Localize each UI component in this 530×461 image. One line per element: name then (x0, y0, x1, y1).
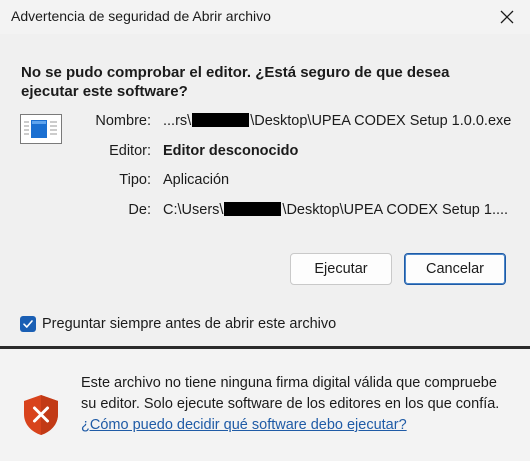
footer-text: Este archivo no tiene ninguna firma digi… (81, 375, 500, 412)
application-file-icon (20, 114, 62, 144)
cancel-button[interactable]: Cancelar (404, 253, 506, 285)
redacted-block (192, 113, 250, 127)
type-label: Tipo: (119, 172, 151, 188)
warning-question: No se pudo comprobar el editor. ¿Está se… (21, 64, 450, 100)
footer-message: Este archivo no tiene ninguna firma digi… (81, 373, 511, 436)
redacted-block (224, 202, 282, 216)
name-label: Nombre: (95, 113, 151, 129)
publisher-label: Editor: (109, 143, 151, 159)
name-suffix: \Desktop\UPEA CODEX Setup 1.0.0.exe (250, 113, 512, 129)
type-value: Aplicación (163, 172, 230, 188)
close-button[interactable] (484, 0, 530, 34)
from-value: C:\Users\ \Desktop\UPEA CODEX Setup 1.... (163, 201, 508, 219)
shield-warning-icon (24, 395, 58, 435)
name-prefix: ...rs\ (163, 113, 192, 129)
from-suffix: \Desktop\UPEA CODEX Setup 1.... (282, 202, 509, 218)
window-title: Advertencia de seguridad de Abrir archiv… (11, 8, 271, 24)
from-label: De: (128, 202, 151, 218)
close-icon (500, 10, 514, 24)
dialog-body: No se pudo comprobar el editor. ¿Está se… (0, 34, 530, 346)
from-prefix: C:\Users\ (163, 202, 224, 218)
footer-panel: Este archivo no tiene ninguna firma digi… (0, 349, 530, 461)
run-button[interactable]: Ejecutar (290, 253, 392, 285)
always-ask-checkbox[interactable] (20, 316, 36, 332)
always-ask-label[interactable]: Preguntar siempre antes de abrir este ar… (42, 315, 336, 333)
checkmark-icon (23, 320, 33, 328)
publisher-value: Editor desconocido (163, 143, 299, 159)
help-link[interactable]: ¿Cómo puedo decidir qué software debo ej… (81, 417, 407, 433)
name-value: ...rs\ \Desktop\UPEA CODEX Setup 1.0.0.ex… (163, 112, 511, 130)
title-bar: Advertencia de seguridad de Abrir archiv… (0, 0, 530, 34)
